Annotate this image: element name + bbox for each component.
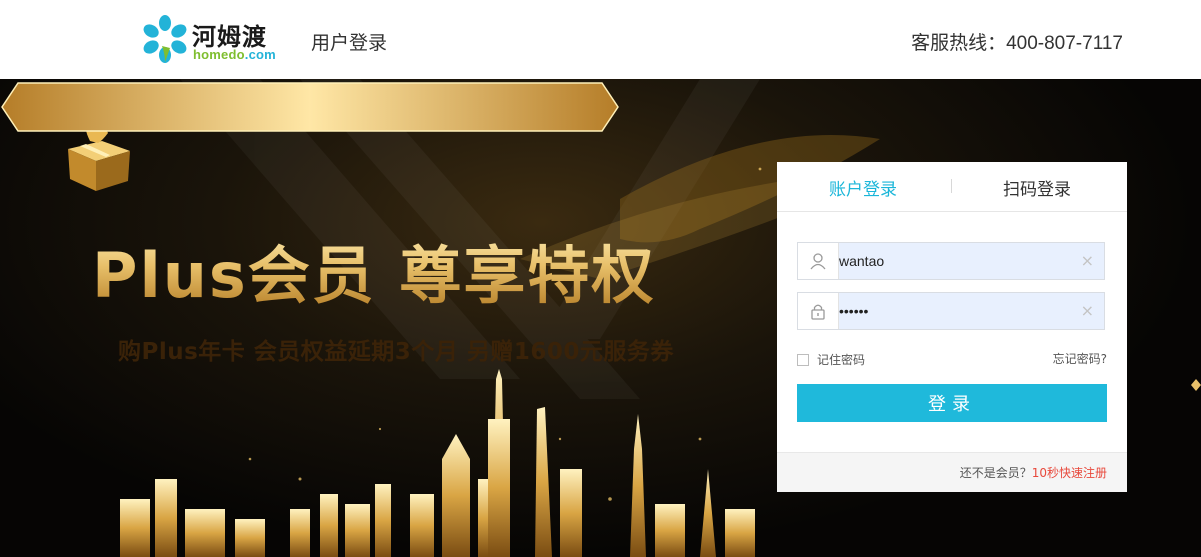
forgot-password-link[interactable]: 忘记密码? [1053,350,1107,367]
panel-footer: 还不是会员？10秒快速注册 [777,452,1127,492]
remember-checkbox[interactable] [797,353,809,366]
banner-subline: 购Plus年卡 会员权益延期3个月 另赠1600元服务券 [118,339,674,365]
homedo-logo[interactable]: 河姆渡 homedo.com [140,14,285,64]
site-header: 河姆渡 homedo.com 用户登录 客服热线：400-807-7117 [0,0,1201,79]
tab-qr-login[interactable]: 扫码登录 [1003,175,1071,200]
customer-hotline: 客服热线：400-807-7117 [911,33,1123,54]
username-field: × [797,242,1105,280]
flower-logo-icon [143,15,187,63]
lock-icon [798,293,839,329]
logo-english-part2: .com [244,47,276,62]
remember-label: 记住密码 [817,353,866,367]
banner-ribbon [1,82,619,132]
logo-english-part1: homedo [193,47,245,62]
login-button[interactable]: 登录 [797,384,1107,422]
tab-account-login[interactable]: 账户登录 [829,175,897,200]
register-link[interactable]: 10秒快速注册 [1032,466,1107,480]
user-icon [798,243,839,279]
page-title: 用户登录 [311,32,388,54]
password-input[interactable] [839,293,1059,329]
username-input[interactable] [839,243,1059,279]
login-panel: 账户登录 扫码登录 × × 记住密码 忘记密码? 登录 还不是会员？ [777,162,1127,492]
clear-username-icon[interactable]: × [1081,251,1094,270]
login-tabs: 账户登录 扫码登录 [777,162,1127,212]
logo-english-text: homedo.com [193,47,276,62]
password-field: × [797,292,1105,330]
clear-password-icon[interactable]: × [1081,301,1094,320]
banner-headline: Plus会员 尊享特权 [92,225,655,315]
register-prompt: 还不是会员？10秒快速注册 [960,464,1107,481]
remember-password[interactable]: 记住密码 [797,351,865,368]
register-prompt-text: 还不是会员？ [959,466,1032,480]
tab-divider [951,179,952,193]
